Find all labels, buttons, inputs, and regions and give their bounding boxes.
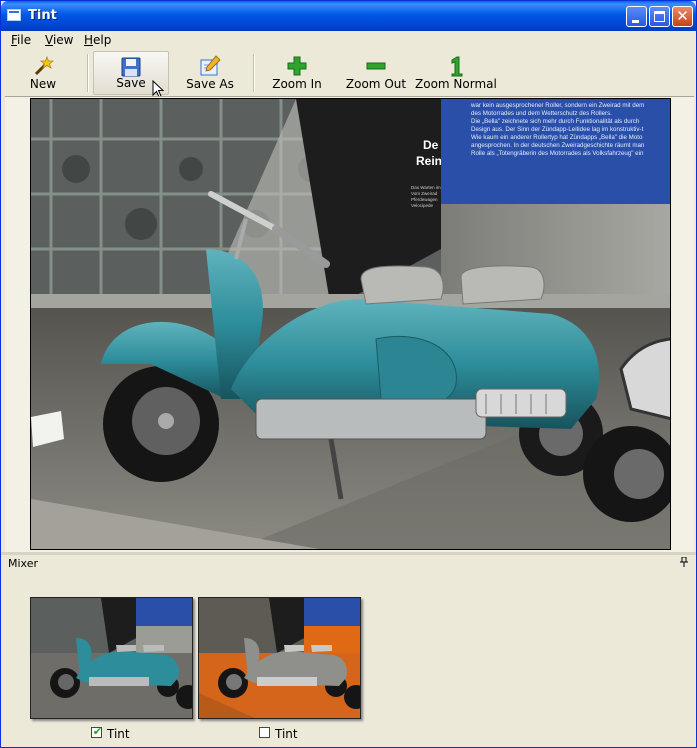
save-button[interactable]: Save [93, 51, 169, 98]
save-as-icon [200, 55, 221, 76]
tint-checkbox-1-label: Tint [107, 727, 130, 741]
panel-line: war kein ausgesprochener Roller, sondern… [470, 102, 644, 109]
toolbar-separator [87, 54, 89, 92]
main-window: Tint ✕ File View Help New Save Save As Z… [0, 0, 697, 748]
sign-caption-1: Das Warten im [411, 185, 441, 190]
magic-wand-icon [34, 55, 54, 76]
minimize-button[interactable] [626, 6, 647, 27]
scooter-photo: De Rein Das Warten im Vom Zweirad Pferde… [30, 98, 671, 550]
mixer-thumbnail-tinted[interactable] [198, 597, 361, 719]
zoom-normal-button[interactable]: Zoom Normal [415, 51, 497, 95]
pin-icon[interactable] [679, 556, 689, 570]
plus-icon [287, 56, 307, 76]
menu-view[interactable]: View [45, 33, 73, 47]
panel-line: des Motorrades und dem Wetterschutz des … [471, 110, 612, 117]
dock-splitter[interactable] [1, 552, 696, 555]
sign-heading-1: De [423, 138, 439, 152]
panel-line: Design aus. Der Sinn der Zündapp-Leitide… [471, 126, 644, 133]
checkmark-icon: ✔ [92, 725, 103, 738]
panel-line: Die „Bella" zeichnete sich mehr durch Fu… [471, 118, 640, 125]
menu-bar: File View Help [1, 31, 696, 50]
save-as-label: Save As [186, 77, 234, 91]
minus-icon [366, 62, 386, 70]
sign-heading-2: Rein [416, 154, 442, 168]
floppy-disk-icon [121, 57, 141, 77]
zoom-out-label: Zoom Out [345, 77, 407, 91]
new-label: New [29, 77, 57, 91]
mixer-dock-title: Mixer [8, 557, 39, 570]
new-button[interactable]: New [10, 51, 76, 95]
panel-line: angesprochen. In der deutschen Zweiradge… [471, 142, 645, 149]
zoom-normal-label: Zoom Normal [415, 77, 497, 91]
zoom-in-label: Zoom In [272, 77, 322, 91]
tint-checkbox-1[interactable]: ✔ [91, 725, 103, 738]
menu-help[interactable]: Help [84, 33, 111, 47]
sign-caption-4: Velocipede [411, 203, 434, 208]
title-bar[interactable]: Tint ✕ [1, 1, 696, 31]
panel-line: Rolle als „Totengräberin des Motorrades … [471, 150, 644, 157]
tint-checkbox-2[interactable] [259, 727, 270, 738]
menu-file[interactable]: File [11, 33, 31, 47]
menu-file-label: File [11, 33, 32, 47]
toolbar: New Save Save As Zoom In Zoom Out Zoom N… [1, 50, 696, 98]
image-canvas[interactable]: De Rein Das Warten im Vom Zweirad Pferde… [5, 96, 694, 552]
toolbar-separator [253, 54, 255, 92]
close-button[interactable]: ✕ [672, 6, 693, 27]
one-to-one-icon [451, 56, 463, 77]
maximize-button[interactable] [649, 6, 670, 27]
panel-line: Wie kaum ein anderer Rollertyp hat Zünda… [471, 134, 643, 141]
window-title: Tint [28, 8, 57, 23]
sign-caption-2: Vom Zweirad [411, 191, 438, 196]
menu-help-label: Help [84, 33, 112, 47]
zoom-out-button[interactable]: Zoom Out [341, 51, 411, 95]
menu-view-label: View [45, 33, 74, 47]
zoom-in-button[interactable]: Zoom In [263, 51, 331, 95]
save-as-button[interactable]: Save As [177, 51, 243, 95]
mixer-thumbnail-original[interactable] [30, 597, 193, 719]
tint-checkbox-2-label: Tint [275, 727, 298, 741]
close-icon: ✕ [676, 7, 689, 25]
app-window-icon [7, 9, 21, 21]
sign-caption-3: Pferdewagen [411, 197, 438, 202]
